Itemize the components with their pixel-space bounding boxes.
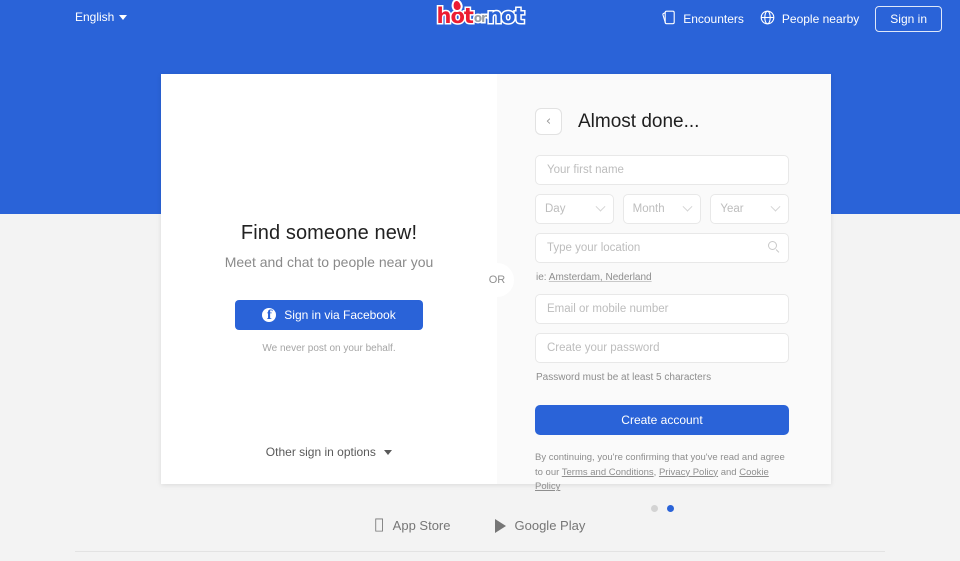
month-select-label: Month: [632, 203, 665, 215]
card-right-panel: ‹ Almost done... Day Month Year: [497, 74, 831, 513]
password-hint: Password must be at least 5 characters: [536, 372, 712, 383]
facebook-sign-in-button[interactable]: f Sign in via Facebook: [235, 300, 423, 330]
year-select[interactable]: Year: [710, 194, 790, 224]
google-play-icon: [494, 518, 506, 533]
day-select[interactable]: Day: [535, 194, 614, 224]
email-or-mobile-input[interactable]: [535, 294, 789, 324]
signup-card: Find someone new! Meet and chat to peopl…: [161, 74, 831, 513]
cards-icon: [662, 10, 676, 29]
facebook-icon: f: [262, 308, 277, 322]
signup-form: ‹ Almost done... Day Month Year: [535, 108, 790, 513]
or-divider-badge: OR: [480, 263, 514, 297]
step-dot-1[interactable]: [650, 505, 658, 513]
left-panel-content: Find someone new! Meet and chat to peopl…: [161, 222, 497, 354]
legal-separator-2: and: [718, 466, 740, 478]
hotornot-logo[interactable]: hot or not: [435, 0, 526, 29]
nav-label-people-nearby: People nearby: [781, 12, 860, 26]
first-name-input[interactable]: [535, 155, 789, 185]
nav-item-encounters[interactable]: Encounters: [662, 10, 744, 29]
facebook-button-label: Sign in via Facebook: [284, 308, 396, 322]
top-navigation-bar: English hot or not Encounters People nea…: [0, 0, 960, 40]
chevron-down-icon: [770, 201, 781, 212]
step-indicator: [535, 505, 789, 513]
facebook-privacy-note: We never post on your behalf.: [262, 343, 396, 354]
nav-item-people-nearby[interactable]: People nearby: [760, 10, 859, 28]
chevron-down-icon: [119, 14, 128, 20]
month-select[interactable]: Month: [622, 194, 702, 224]
create-account-button[interactable]: Create account: [535, 405, 789, 435]
page-title: Find someone new!: [240, 222, 418, 244]
form-title: Almost done...: [578, 110, 700, 132]
other-sign-in-options-label: Other sign in options: [265, 445, 376, 459]
location-hint: ie: Amsterdam, Nederland: [536, 272, 789, 283]
legal-disclaimer: By continuing, you're confirming that yo…: [535, 451, 789, 495]
privacy-policy-link[interactable]: Privacy Policy: [659, 467, 718, 478]
password-input[interactable]: [535, 333, 789, 363]
footer-divider: [75, 551, 885, 552]
page-subtitle: Meet and chat to people near you: [224, 254, 434, 270]
app-store-badges:  App Store Google Play: [0, 517, 960, 534]
language-label: English: [75, 10, 115, 24]
other-sign-in-options[interactable]: Other sign in options: [161, 445, 497, 459]
year-select-label: Year: [720, 203, 744, 215]
google-play-label: Google Play: [510, 518, 586, 533]
logo-part-or: or: [472, 11, 488, 26]
location-input[interactable]: [535, 233, 789, 263]
header-nav-links: Encounters People nearby Sign in: [662, 6, 942, 32]
language-selector[interactable]: English: [75, 10, 128, 24]
globe-icon: [760, 10, 775, 28]
chevron-down-icon: [384, 450, 393, 456]
step-dot-2[interactable]: [666, 505, 674, 513]
apple-icon: : [375, 517, 384, 532]
nav-label-encounters: Encounters: [683, 12, 744, 26]
location-field-wrapper: [535, 233, 789, 263]
google-play-link[interactable]: Google Play: [494, 518, 586, 533]
logo-part-not: not: [486, 3, 526, 28]
sign-in-button[interactable]: Sign in: [875, 6, 942, 32]
date-of-birth-row: Day Month Year: [535, 194, 790, 224]
app-store-link[interactable]:  App Store: [375, 517, 451, 534]
terms-and-conditions-link[interactable]: Terms and Conditions: [562, 467, 654, 478]
form-header: ‹ Almost done...: [535, 108, 789, 135]
chevron-left-icon: ‹: [545, 113, 552, 129]
location-hint-prefix: ie:: [536, 272, 549, 283]
chevron-down-icon: [595, 201, 606, 212]
location-hint-example: Amsterdam, Nederland: [548, 272, 652, 283]
chevron-down-icon: [682, 201, 693, 212]
logo-part-hot: hot: [435, 0, 475, 28]
card-left-panel: Find someone new! Meet and chat to peopl…: [161, 74, 497, 484]
app-store-label: App Store: [388, 518, 451, 533]
back-button[interactable]: ‹: [535, 108, 562, 135]
day-select-label: Day: [545, 203, 566, 215]
flame-icon: [452, 0, 462, 11]
